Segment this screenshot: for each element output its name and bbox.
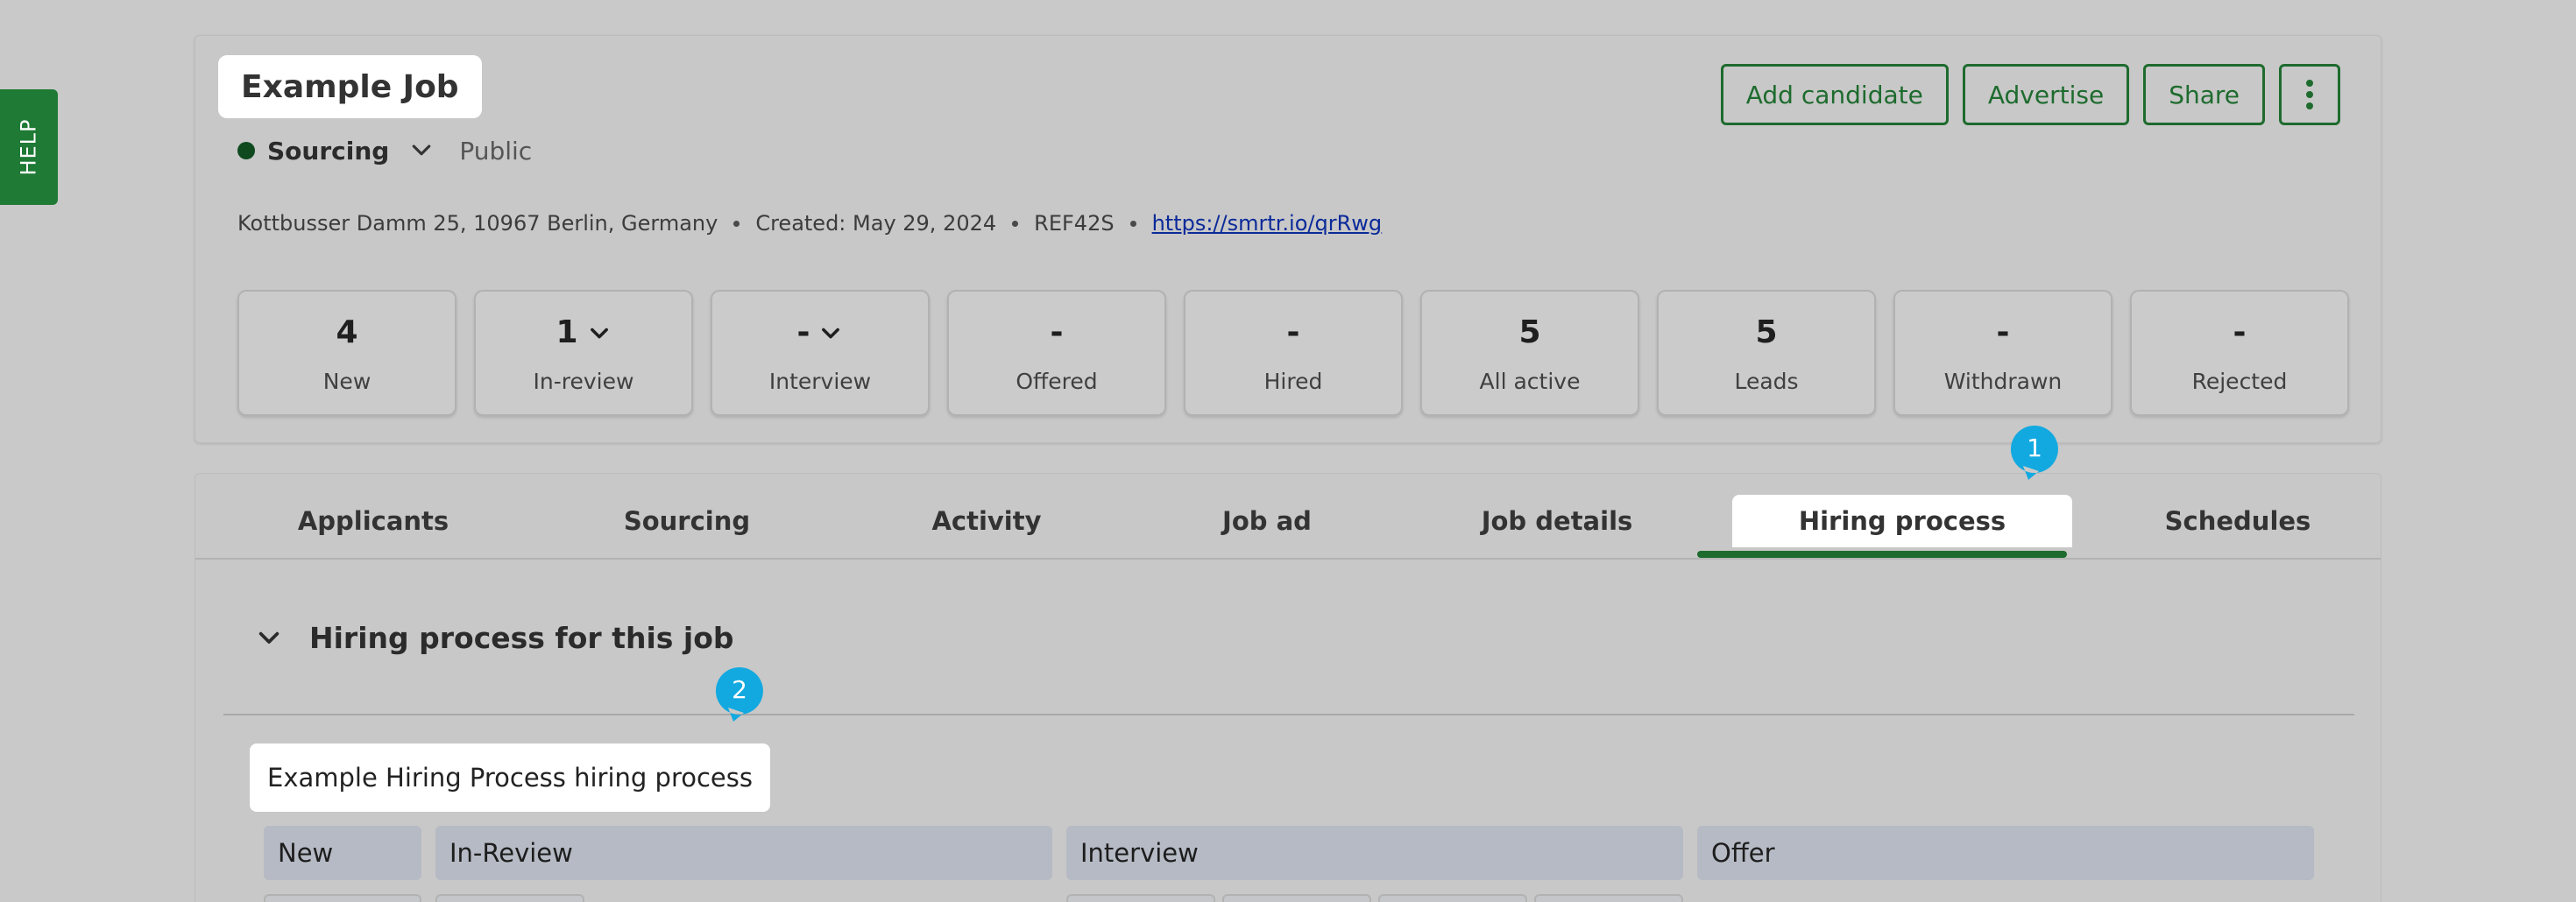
job-header-card: Example Job Sourcing Public Add candidat… (195, 35, 2381, 443)
stat-card-interview[interactable]: - Interview (711, 290, 930, 416)
tour-marker-number: 2 (732, 675, 747, 704)
tab-activity[interactable]: Activity (896, 495, 1077, 547)
stage-header-new: New (264, 826, 421, 880)
job-created-date: Created: May 29, 2024 (755, 211, 997, 236)
job-status[interactable]: Sourcing (267, 137, 389, 166)
stat-label: Interview (768, 368, 872, 394)
tab-job-details[interactable]: Job details (1443, 495, 1671, 547)
add-candidate-button[interactable]: Add candidate (1720, 64, 1949, 125)
job-visibility: Public (459, 136, 533, 166)
meta-separator (733, 220, 740, 227)
stat-label: Leads (1734, 368, 1799, 394)
stage-step (1222, 894, 1371, 902)
chevron-down-icon (590, 328, 608, 338)
stat-value: 5 (1518, 314, 1541, 350)
stage-step (435, 894, 584, 902)
stat-label: Withdrawn (1943, 368, 2063, 394)
chevron-down-icon (258, 631, 280, 644)
job-meta-row: Kottbusser Damm 25, 10967 Berlin, German… (237, 208, 1382, 239)
active-tab-indicator (1697, 551, 2067, 558)
tabs-bar: Applicants Sourcing Activity Job ad Job … (195, 474, 2381, 560)
tab-sourcing[interactable]: Sourcing (597, 495, 777, 547)
stat-label: Rejected (2191, 368, 2288, 394)
section-heading: Hiring process for this job (309, 621, 734, 655)
job-title: Example Job (218, 55, 482, 118)
stat-card-withdrawn[interactable]: - Withdrawn (1893, 290, 2112, 416)
share-button[interactable]: Share (2143, 64, 2265, 125)
stat-value: - (2233, 314, 2247, 350)
help-tab-label: HELP (17, 118, 41, 176)
pipeline-stats: 4 New 1 In-review - Interview - Offered … (237, 290, 2349, 416)
stat-value: 5 (1755, 314, 1778, 350)
stat-value: - (796, 314, 810, 350)
meta-separator (1012, 220, 1019, 227)
hiring-process-name: Example Hiring Process hiring process (250, 743, 770, 812)
stage-header-interview: Interview (1066, 826, 1683, 880)
chevron-down-icon[interactable] (408, 137, 435, 164)
tab-hiring-process[interactable]: Hiring process (1732, 495, 2072, 547)
stat-card-rejected[interactable]: - Rejected (2130, 290, 2349, 416)
header-actions: Add candidate Advertise Share (1720, 64, 2340, 125)
tab-job-ad[interactable]: Job ad (1177, 495, 1357, 547)
stat-label: In-review (533, 368, 634, 394)
stat-card-new[interactable]: 4 New (237, 290, 456, 416)
stat-card-hired[interactable]: - Hired (1184, 290, 1403, 416)
stat-value: 4 (336, 314, 358, 350)
advertise-button[interactable]: Advertise (1962, 64, 2130, 125)
more-options-button[interactable] (2279, 64, 2340, 125)
job-reference: REF42S (1034, 211, 1115, 236)
stage-header-in-review: In-Review (435, 826, 1052, 880)
job-content-card: Applicants Sourcing Activity Job ad Job … (195, 473, 2381, 902)
stat-label: New (322, 368, 372, 394)
stat-value: - (1050, 314, 1064, 350)
stat-card-leads[interactable]: 5 Leads (1657, 290, 1876, 416)
tour-marker-2[interactable]: 2 (714, 666, 765, 723)
stage-step (1534, 894, 1683, 902)
job-short-link[interactable]: https://smrtr.io/qrRwg (1152, 211, 1383, 236)
tab-schedules[interactable]: Schedules (2128, 495, 2347, 547)
hiring-process-section-toggle[interactable]: Hiring process for this job (255, 621, 734, 655)
stat-value: - (1286, 314, 1300, 350)
stat-label: Offered (1016, 368, 1098, 394)
section-divider (223, 714, 2354, 715)
job-location: Kottbusser Damm 25, 10967 Berlin, German… (237, 211, 718, 236)
meta-separator (1129, 220, 1136, 227)
tab-applicants[interactable]: Applicants (274, 495, 472, 547)
stat-value: 1 (556, 314, 578, 350)
stat-card-all-active[interactable]: 5 All active (1420, 290, 1639, 416)
tour-marker-1[interactable]: 1 (2009, 424, 2060, 482)
stat-card-in-review[interactable]: 1 In-review (474, 290, 693, 416)
chevron-down-icon (822, 328, 840, 338)
tour-marker-number: 1 (2027, 433, 2042, 462)
stage-step (1378, 894, 1527, 902)
stat-label: All active (1479, 368, 1581, 394)
stage-header-offer: Offer (1697, 826, 2314, 880)
status-dot-icon (237, 142, 255, 159)
stage-step (264, 894, 421, 902)
vertical-ellipsis-icon (2306, 80, 2313, 109)
stat-card-offered[interactable]: - Offered (947, 290, 1166, 416)
stat-label: Hired (1263, 368, 1323, 394)
stat-value: - (1996, 314, 2010, 350)
job-status-row: Sourcing Public (237, 130, 532, 171)
help-tab[interactable]: HELP (0, 89, 58, 205)
stage-step (1066, 894, 1215, 902)
